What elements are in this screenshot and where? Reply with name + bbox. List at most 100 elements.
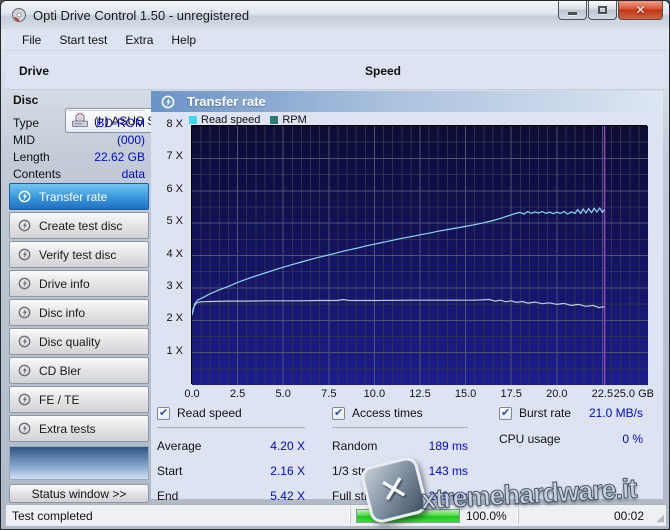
disc-length-label: Length	[13, 149, 50, 166]
sidebar-item-label: Disc info	[39, 306, 85, 320]
disc-mid-label: MID	[13, 132, 35, 149]
disc-bolt-icon	[18, 364, 31, 377]
progress-bar-fill	[357, 510, 459, 522]
sidebar-item-create-test-disc[interactable]: Create test disc	[9, 212, 149, 239]
disc-bolt-icon	[18, 219, 31, 232]
y-tick-label: 7 X	[149, 150, 183, 162]
chart-title: Transfer rate	[187, 94, 266, 109]
sidebar-item-label: Verify test disc	[39, 248, 116, 262]
sidebar-item-label: Transfer rate	[39, 190, 107, 204]
burst-rate-checkbox-label: Burst rate	[519, 406, 571, 420]
disc-bolt-icon	[18, 248, 31, 261]
sidebar-item-cd-bler[interactable]: CD Bler	[9, 357, 149, 384]
access-times-checkbox[interactable]	[332, 407, 345, 420]
status-bar: Test completed 100.0% 00:02 ◢	[6, 504, 666, 526]
result-label: 1/3 stroke	[332, 464, 385, 478]
resize-grip-icon[interactable]: ◢	[656, 513, 664, 524]
access-times-checkbox-label: Access times	[352, 406, 423, 420]
burst-rate-value: 21.0 MB/s	[589, 406, 643, 420]
result-row-full-stroke: Full stroke 209 ms	[332, 489, 468, 503]
disc-row-mid: MID (000)	[13, 132, 145, 149]
y-tick-label: 6 X	[149, 183, 183, 195]
group-separator	[332, 427, 468, 428]
disc-row-contents: Contents data	[13, 166, 145, 183]
maximize-button[interactable]	[588, 1, 617, 20]
menu-help[interactable]: Help	[162, 30, 205, 50]
disc-bolt-icon	[18, 190, 31, 203]
result-value: 189 ms	[429, 439, 468, 453]
drive-label: Drive	[19, 64, 49, 78]
menu-file[interactable]: File	[13, 30, 50, 50]
minimize-button[interactable]	[558, 1, 587, 20]
x-tick-label: 17.5	[487, 388, 535, 400]
x-tick-label: 0.0	[168, 388, 216, 400]
sidebar-item-drive-info[interactable]: Drive info	[9, 270, 149, 297]
statusbar-divider	[350, 507, 351, 524]
menu-extra[interactable]: Extra	[116, 30, 162, 50]
disc-bolt-icon	[18, 393, 31, 406]
status-window-button[interactable]: Status window >>	[9, 484, 149, 503]
y-tick-label: 4 X	[149, 248, 183, 260]
result-value: 4.20 X	[270, 439, 305, 453]
title-bar[interactable]: Opti Drive Control 1.50 - unregistered ✕	[1, 1, 670, 29]
sidebar-item-fe-te[interactable]: FE / TE	[9, 386, 149, 413]
sidebar-item-label: Extra tests	[39, 422, 96, 436]
disc-type-label: Type	[13, 115, 39, 132]
app-window: Opti Drive Control 1.50 - unregistered ✕…	[0, 0, 670, 530]
progress-bar	[356, 509, 460, 523]
x-tick-label: 5.0	[259, 388, 307, 400]
x-tick-label: 2.5	[214, 388, 262, 400]
results-panel: Read speed Average 4.20 X Start 2.16 X E…	[151, 403, 663, 499]
y-tick-label: 2 X	[149, 312, 183, 324]
result-row-average: Average 4.20 X	[157, 439, 305, 453]
sidebar-item-extra-tests[interactable]: Extra tests	[9, 415, 149, 442]
disc-bolt-icon	[18, 306, 31, 319]
result-row-end: End 5.42 X	[157, 489, 305, 503]
read-speed-checkbox[interactable]	[157, 407, 170, 420]
y-axis-labels: 8 X7 X6 X5 X4 X3 X2 X1 X	[151, 125, 189, 384]
x-tick-label: 20.0	[533, 388, 581, 400]
statusbar-divider	[518, 507, 519, 524]
maximize-icon	[598, 6, 607, 14]
result-value: 143 ms	[429, 464, 468, 478]
sidebar-item-label: CD Bler	[39, 364, 81, 378]
disc-length-value: 22.62 GB	[94, 149, 145, 166]
menu-start-test[interactable]: Start test	[50, 30, 116, 50]
close-button[interactable]: ✕	[618, 1, 663, 20]
minimize-icon	[568, 12, 577, 15]
main-panel: Transfer rate Read speed RPM 8 X7 X6 X5 …	[151, 91, 663, 499]
close-icon: ✕	[635, 3, 645, 17]
result-value: 2.16 X	[270, 464, 305, 478]
disc-info-panel: Disc Type BD-ROM MID (000) Length 22.62 …	[9, 91, 149, 183]
result-label: End	[157, 489, 178, 503]
x-tick-label: 12.5	[396, 388, 444, 400]
disc-header: Disc	[13, 93, 145, 111]
disc-row-length: Length 22.62 GB	[13, 149, 145, 166]
x-axis-labels: 0.02.55.07.510.012.515.017.520.022.525.0…	[192, 388, 648, 402]
disc-mid-value: (000)	[117, 132, 145, 149]
read-speed-checkbox-label: Read speed	[177, 406, 242, 420]
sidebar-item-disc-info[interactable]: Disc info	[9, 299, 149, 326]
result-value: 0 %	[622, 432, 643, 446]
disc-contents-label: Contents	[13, 166, 61, 183]
sidebar-item-label: Drive info	[39, 277, 90, 291]
y-tick-label: 1 X	[149, 345, 183, 357]
result-label: Random	[332, 439, 377, 453]
status-text: Test completed	[12, 509, 93, 523]
access-times-group: Access times Random 189 ms 1/3 stroke 14…	[332, 405, 468, 503]
elapsed-time: 00:02	[614, 509, 644, 523]
x-tick-label: 25.0 GB	[614, 388, 654, 400]
result-value: 209 ms	[429, 489, 468, 503]
toolbar: Drive (I:) ASUS SBW-06C1S-U C101 Speed 6…	[5, 51, 667, 90]
burst-rate-checkbox[interactable]	[499, 407, 512, 420]
sidebar-item-verify-test-disc[interactable]: Verify test disc	[9, 241, 149, 268]
y-tick-label: 5 X	[149, 215, 183, 227]
result-row-start: Start 2.16 X	[157, 464, 305, 478]
sidebar-item-transfer-rate[interactable]: Transfer rate	[9, 183, 149, 210]
disc-row-type: Type BD-ROM	[13, 115, 145, 132]
legend-swatch-rpm	[270, 116, 278, 124]
sidebar-item-disc-quality[interactable]: Disc quality	[9, 328, 149, 355]
disc-contents-value: data	[122, 166, 145, 183]
disc-bolt-icon	[18, 335, 31, 348]
sidebar-item-label: FE / TE	[39, 393, 79, 407]
